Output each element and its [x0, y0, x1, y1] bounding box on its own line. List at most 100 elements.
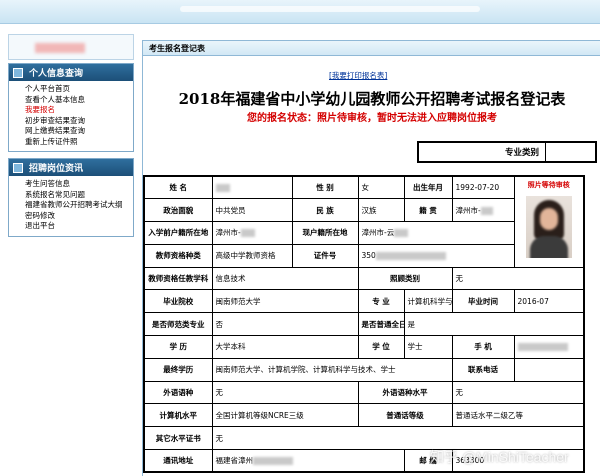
- name-label: 姓 名: [143, 175, 213, 200]
- cert-type-label: 教师资格种类: [143, 243, 213, 268]
- cert-type-value: 高级中学教师资格: [211, 243, 293, 268]
- lang-value: 无: [211, 380, 359, 405]
- sidebar: 个人信息查询 个人平台首页 查看个人基本信息 我要报名 初步审查结果查询 网上缴费结果查…: [8, 34, 134, 304]
- lang-level-label: 外语语种水平: [357, 380, 453, 405]
- redacted-username: [35, 43, 85, 53]
- care-category-label: 照顾类别: [357, 266, 453, 291]
- applicant-photo: [525, 196, 572, 258]
- jobs-panel-header: 招聘岗位资讯: [9, 159, 133, 176]
- mandarin-label: 普通话等级: [357, 403, 453, 428]
- jobs-panel: 招聘岗位资讯 考生问答信息 系统报名常见问题 福建省教师公开招聘考试大纲 密码修改 退出…: [8, 158, 134, 237]
- mandarin-value: 普通话水平二级乙等: [451, 403, 585, 428]
- category-box: 专业类别: [417, 141, 597, 163]
- school-label: 毕业院校: [143, 289, 213, 314]
- personal-item-5[interactable]: 重新上传证件照: [25, 137, 133, 148]
- table-row: 最终学历 闽南师范大学、计算机学院、计算机科学与技术、学士 联系电话: [143, 357, 585, 382]
- top-banner: [0, 0, 600, 24]
- personal-item-2[interactable]: 我要报名: [25, 105, 133, 116]
- grad-value: 2016-07: [513, 289, 585, 314]
- photo-status: 照片等待审核: [527, 181, 570, 189]
- fulltime-label: 是否普通全日制: [357, 312, 405, 337]
- personal-panel-title: 个人信息查询: [29, 69, 84, 79]
- table-row: 教师资格任教学科 信息技术 照顾类别 无: [143, 266, 585, 291]
- computer-value: 全国计算机等级NCRE三级: [211, 403, 359, 428]
- gender-label: 性 别: [291, 175, 359, 200]
- panel-icon: [13, 162, 23, 173]
- computer-label: 计算机水平: [143, 403, 213, 428]
- birth-label: 出生年月: [403, 175, 453, 200]
- ethnic-label: 民 族: [291, 198, 359, 223]
- category-label: 专业类别: [504, 148, 539, 158]
- panel-icon: [13, 67, 23, 78]
- cur-hukou-text: 漳州市-云: [361, 228, 395, 238]
- personal-nav-list: 个人平台首页 查看个人基本信息 我要报名 初步审查结果查询 网上缴费结果查询 重新上传证件…: [9, 81, 133, 151]
- jobs-item-1[interactable]: 系统报名常见问题: [25, 190, 133, 201]
- main-panel: 考生报名登记表 [我要打印报名表] 2018年福建省中小学幼儿园教师公开招聘考试…: [142, 40, 600, 476]
- print-form-link[interactable]: [我要打印报名表]: [329, 70, 387, 81]
- tab-title: 考生报名登记表: [143, 41, 600, 56]
- address-value: 福建省漳州: [211, 449, 405, 473]
- address-label: 通讯地址: [143, 449, 213, 473]
- final-edu-label: 最终学历: [143, 357, 213, 382]
- fulltime-value: 是: [403, 312, 585, 337]
- cur-hukou-label: 现户籍所在地: [291, 221, 359, 245]
- normal-label: 是否师范类专业: [143, 312, 213, 337]
- birth-value: 1992-07-20: [451, 175, 515, 200]
- jobs-panel-title: 招聘岗位资讯: [29, 164, 84, 174]
- contact-value: [513, 357, 585, 382]
- edu-label: 学 历: [143, 335, 213, 359]
- registration-status: 您的报名状态：照片待审核，暂时无法进入应聘岗位报考: [247, 113, 497, 124]
- hukou-text: 漳州市-: [215, 228, 241, 238]
- name-value: [211, 175, 293, 200]
- jobs-item-4[interactable]: 退出平台: [25, 221, 133, 232]
- cert-no-text: 350: [361, 251, 376, 261]
- lang-label: 外语语种: [143, 380, 213, 405]
- grad-label: 毕业时间: [451, 289, 515, 314]
- major-value: 计算机科学与技术: [403, 289, 453, 314]
- address-text: 福建省漳州: [215, 456, 254, 466]
- cert-no-label: 证件号: [291, 243, 359, 268]
- major-label: 专 业: [357, 289, 405, 314]
- personal-item-3[interactable]: 初步审查结果查询: [25, 116, 133, 127]
- school-value: 闽南师范大学: [211, 289, 359, 314]
- personal-panel: 个人信息查询 个人平台首页 查看个人基本信息 我要报名 初步审查结果查询 网上缴费结果查…: [8, 63, 134, 152]
- degree-value: 学士: [403, 335, 453, 359]
- gender-value: 女: [357, 175, 405, 200]
- jobs-nav-list: 考生问答信息 系统报名常见问题 福建省教师公开招聘考试大纲 密码修改 退出平台: [9, 176, 133, 236]
- table-row: 是否师范类专业 否 是否普通全日制 是: [143, 312, 585, 337]
- personal-panel-header: 个人信息查询: [9, 64, 133, 81]
- photo-cell: 照片等待审核: [513, 175, 585, 268]
- cert-subject-value: 信息技术: [211, 266, 359, 291]
- table-row: 姓 名 性 别 女 出生年月 1992-07-20 照片等待审核: [143, 175, 585, 268]
- jobs-item-2[interactable]: 福建省教师公开招聘考试大纲: [25, 200, 133, 211]
- hukou-label: 入学前户籍所在地: [143, 221, 213, 245]
- registration-table: 姓 名 性 别 女 出生年月 1992-07-20 照片等待审核 政治面貌 中共…: [143, 175, 585, 474]
- native-value: 漳州市-: [451, 198, 515, 223]
- personal-item-0[interactable]: 个人平台首页: [25, 84, 133, 95]
- table-row: 学 历 大学本科 学 位 学士 手 机: [143, 335, 585, 359]
- jobs-item-3[interactable]: 密码修改: [25, 211, 133, 222]
- cert-no-value: 350: [357, 243, 515, 268]
- other-label: 其它水平证书: [143, 426, 213, 451]
- phone-value: [513, 335, 585, 359]
- watermark: 知乎 @MinShiTeacher: [430, 449, 569, 465]
- lang-level-value: 无: [451, 380, 585, 405]
- cert-subject-label: 教师资格任教学科: [143, 266, 213, 291]
- user-info-box: [8, 34, 134, 60]
- political-label: 政治面貌: [143, 198, 213, 223]
- category-value: [545, 143, 595, 161]
- personal-item-1[interactable]: 查看个人基本信息: [25, 95, 133, 106]
- personal-item-4[interactable]: 网上缴费结果查询: [25, 126, 133, 137]
- care-category-value: 无: [451, 266, 585, 291]
- form-title: 2018年福建省中小学幼儿园教师公开招聘考试报名登记表: [178, 90, 566, 108]
- edu-value: 大学本科: [211, 335, 359, 359]
- phone-label: 手 机: [451, 335, 515, 359]
- table-row: 外语语种 无 外语语种水平 无: [143, 380, 585, 405]
- jobs-item-0[interactable]: 考生问答信息: [25, 179, 133, 190]
- political-value: 中共党员: [211, 198, 293, 223]
- native-text: 漳州市-: [455, 205, 481, 215]
- contact-label: 联系电话: [451, 357, 515, 382]
- native-label: 籍 贯: [403, 198, 453, 223]
- table-row: 毕业院校 闽南师范大学 专 业 计算机科学与技术 毕业时间 2016-07: [143, 289, 585, 314]
- degree-label: 学 位: [357, 335, 405, 359]
